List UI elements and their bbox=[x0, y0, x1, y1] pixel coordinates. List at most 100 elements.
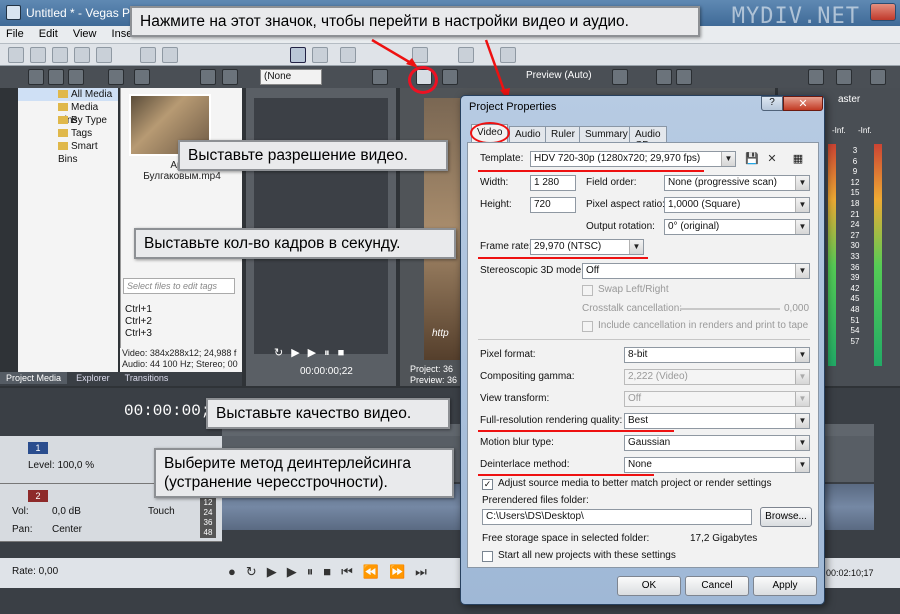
master-peak-left: -Inf. bbox=[832, 126, 846, 135]
callout-frame-rate: Выставьте кол-во кадров в секунду. bbox=[134, 228, 456, 259]
quality-label: Full-resolution rendering quality: bbox=[480, 415, 623, 426]
tab-audio[interactable]: Audio bbox=[509, 126, 547, 142]
master-fx-icon[interactable] bbox=[836, 69, 852, 85]
tree-item-media-bins[interactable]: Media Bins bbox=[18, 101, 118, 126]
preview-mode-dropdown[interactable]: Preview (Auto) bbox=[526, 70, 592, 81]
trimmer-view[interactable] bbox=[254, 98, 388, 354]
master-peak-right: -Inf. bbox=[858, 126, 872, 135]
tab-transitions[interactable]: Transitions bbox=[119, 372, 175, 384]
tab-explorer[interactable]: Explorer bbox=[70, 372, 116, 384]
save-icon[interactable] bbox=[52, 47, 68, 63]
master-props-icon[interactable] bbox=[808, 69, 824, 85]
save-template-icon[interactable]: 💾 bbox=[744, 151, 760, 167]
master-meter-right bbox=[874, 144, 882, 366]
swap-label: Swap Left/Right bbox=[598, 284, 669, 295]
callout-open-settings: Нажмите на этот значок, чтобы перейти в … bbox=[130, 6, 700, 37]
import-icon[interactable] bbox=[28, 69, 44, 85]
pan-value: Center bbox=[52, 524, 83, 535]
track-number: 2 bbox=[28, 490, 48, 502]
preview-fx-icon[interactable] bbox=[442, 69, 458, 85]
copy-snapshot-icon[interactable] bbox=[656, 69, 672, 85]
gamma-dropdown[interactable]: 2,222 (Video) ▼ bbox=[624, 369, 810, 385]
width-label: Width: bbox=[480, 177, 509, 188]
view-transform-dropdown[interactable]: Off ▼ bbox=[624, 391, 810, 407]
deinterlace-underline bbox=[478, 474, 654, 476]
snap-icon[interactable] bbox=[340, 47, 356, 63]
tree-item-by-type[interactable]: By Type bbox=[18, 114, 118, 127]
field-order-dropdown[interactable]: None (progressive scan) ▼ bbox=[664, 175, 810, 191]
stop-media-icon[interactable] bbox=[222, 69, 238, 85]
start-all-checkbox[interactable] bbox=[482, 551, 493, 562]
frame-rate-dropdown[interactable]: 29,970 (NTSC) ▼ bbox=[530, 239, 644, 255]
match-media-icon[interactable]: ▦ bbox=[790, 151, 806, 167]
tab-ruler[interactable]: Ruler bbox=[545, 126, 581, 142]
include-cancel-label: Include cancellation in renders and prin… bbox=[598, 320, 809, 331]
automation-mode[interactable]: Touch bbox=[148, 506, 175, 517]
help-button[interactable]: ? bbox=[761, 96, 783, 111]
render-icon[interactable] bbox=[96, 47, 112, 63]
include-cancel-checkbox[interactable] bbox=[582, 321, 593, 332]
new-icon[interactable] bbox=[8, 47, 24, 63]
pixel-format-dropdown[interactable]: 8-bit ▼ bbox=[624, 347, 810, 363]
zoom-tool-icon[interactable] bbox=[458, 47, 474, 63]
envelope-tool-icon[interactable] bbox=[312, 47, 328, 63]
downmix-icon[interactable] bbox=[870, 69, 886, 85]
transport-controls[interactable]: ●↻▶▶⏸■⏮⏪⏩⏭ bbox=[228, 564, 437, 580]
motion-blur-dropdown[interactable]: Gaussian ▼ bbox=[624, 435, 810, 451]
crosstalk-slider[interactable] bbox=[680, 308, 780, 310]
adjust-source-checkbox[interactable]: ✓ bbox=[482, 479, 493, 490]
cancel-button[interactable]: Cancel bbox=[685, 576, 749, 596]
remove-media-icon[interactable] bbox=[134, 69, 150, 85]
browse-button[interactable]: Browse... bbox=[760, 507, 812, 527]
delete-template-icon[interactable]: ✕ bbox=[764, 151, 780, 167]
menu-file[interactable]: File bbox=[0, 26, 30, 42]
ok-button[interactable]: OK bbox=[617, 576, 681, 596]
tab-audio-cd[interactable]: Audio CD bbox=[629, 126, 667, 151]
menu-edit[interactable]: Edit bbox=[33, 26, 64, 42]
field-order-label: Field order: bbox=[586, 177, 637, 188]
copy-icon[interactable] bbox=[162, 47, 178, 63]
deinterlace-label: Deinterlace method: bbox=[480, 459, 570, 470]
edit-tool-icon[interactable] bbox=[290, 47, 306, 63]
capture-icon[interactable] bbox=[48, 69, 64, 85]
tab-summary[interactable]: Summary bbox=[579, 126, 634, 142]
grid-icon[interactable] bbox=[612, 69, 628, 85]
media-bin-tree: All Media Media Bins By Type Tags Smart … bbox=[18, 88, 118, 372]
save-as-icon[interactable] bbox=[74, 47, 90, 63]
width-input[interactable]: 1 280 bbox=[530, 175, 576, 191]
close-window-button[interactable] bbox=[870, 3, 896, 21]
template-dropdown[interactable]: HDV 720-30p (1280x720; 29,970 fps) ▼ bbox=[530, 151, 736, 167]
pixel-aspect-dropdown[interactable]: 1,0000 (Square) ▼ bbox=[664, 197, 810, 213]
tab-project-media[interactable]: Project Media bbox=[0, 372, 68, 384]
prerender-folder-input[interactable]: C:\Users\DS\Desktop\ bbox=[482, 509, 752, 525]
free-space-value: 17,2 Gigabytes bbox=[690, 533, 758, 544]
rate-label: Rate: 0,00 bbox=[12, 566, 59, 577]
dialog-close-button[interactable]: ✕ bbox=[783, 96, 823, 111]
output-rotation-dropdown[interactable]: 0° (original) ▼ bbox=[664, 219, 810, 235]
folder-icon bbox=[58, 129, 68, 138]
tree-item-tags[interactable]: Tags bbox=[18, 127, 118, 140]
vegas-window: Untitled * - Vegas Pro MYDIV.NET File Ed… bbox=[0, 0, 900, 614]
save-snapshot-icon[interactable] bbox=[676, 69, 692, 85]
deinterlace-dropdown[interactable]: None ▼ bbox=[624, 457, 810, 473]
output-rotation-label: Output rotation: bbox=[586, 221, 655, 232]
open-icon[interactable] bbox=[30, 47, 46, 63]
swap-checkbox[interactable] bbox=[582, 285, 593, 296]
cut-icon[interactable] bbox=[140, 47, 156, 63]
trimmer-dropdown[interactable]: (None bbox=[260, 69, 322, 85]
master-db-scale: 3 6 9 12 15 18 21 24 27 30 33 36 39 42 45 48 51 54 57 bbox=[850, 146, 860, 346]
tags-input[interactable]: Select files to edit tags bbox=[123, 278, 235, 294]
quality-dropdown[interactable]: Best ▼ bbox=[624, 413, 810, 429]
play-media-icon[interactable] bbox=[200, 69, 216, 85]
app-icon bbox=[6, 5, 21, 20]
chevron-down-icon: ▼ bbox=[795, 458, 809, 472]
media-fx-icon[interactable] bbox=[68, 69, 84, 85]
tree-item-smart-bins[interactable]: Smart Bins bbox=[18, 140, 118, 165]
tree-item-all-media[interactable]: All Media bbox=[18, 88, 118, 101]
stereo-dropdown[interactable]: Off ▼ bbox=[582, 263, 810, 279]
apply-button[interactable]: Apply bbox=[753, 576, 817, 596]
pan-label: Pan: bbox=[12, 524, 33, 535]
height-input[interactable]: 720 bbox=[530, 197, 576, 213]
menu-view[interactable]: View bbox=[67, 26, 103, 42]
zoom-media-icon[interactable] bbox=[108, 69, 124, 85]
